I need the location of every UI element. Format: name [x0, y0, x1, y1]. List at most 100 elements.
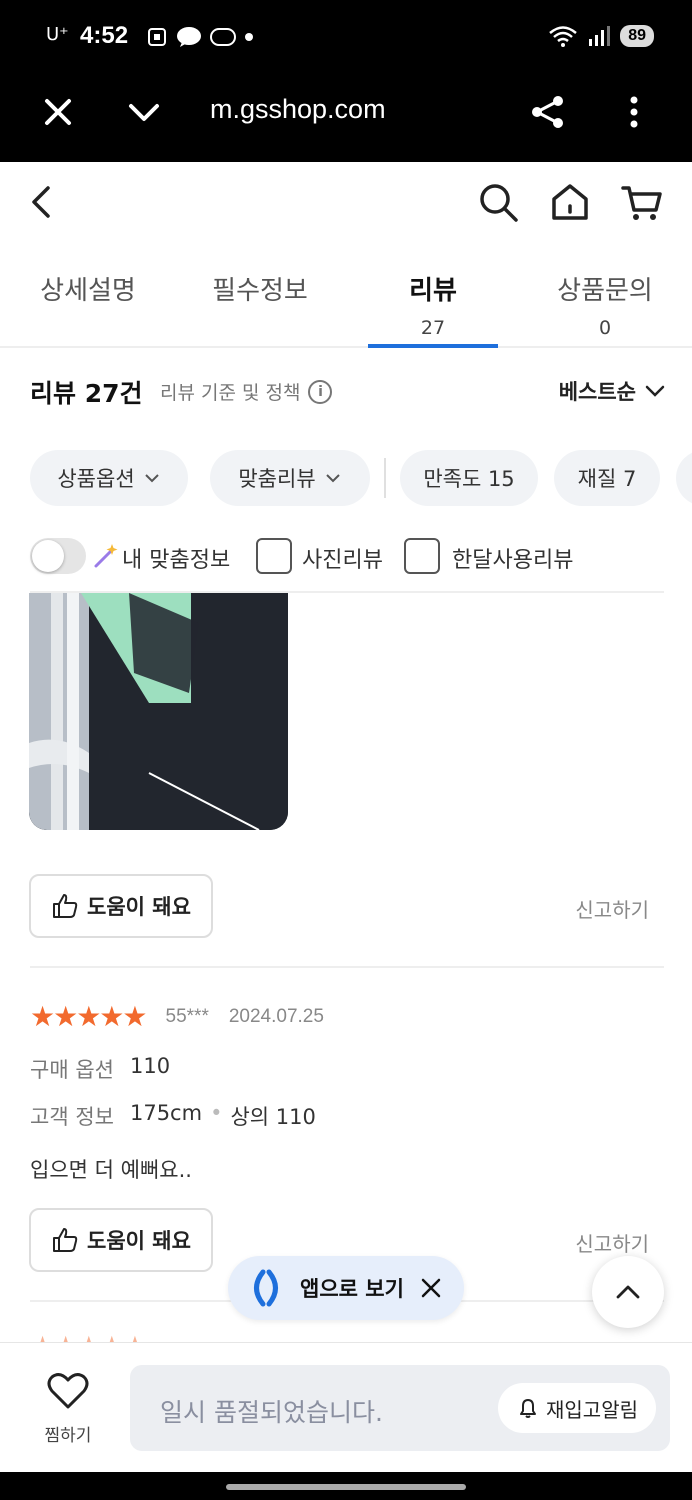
chip-label: 맞춤리뷰	[238, 467, 316, 491]
sort-label: 베스트순	[558, 380, 636, 404]
status-bar: U⁺ 4:52 89	[0, 0, 692, 76]
customer-height: 175cm	[129, 1101, 203, 1125]
dot-icon	[245, 33, 253, 41]
system-nav-bar	[0, 1472, 692, 1500]
talk-icon	[177, 27, 201, 47]
purchase-option-value: 110	[129, 1054, 171, 1078]
top-nav	[0, 162, 692, 248]
back-icon[interactable]	[20, 180, 64, 224]
reviews-title: 리뷰 27건	[30, 379, 143, 408]
product-tabs: 상세설명 필수정보 리뷰 27 상품문의 0	[0, 248, 692, 348]
toggle-knob	[32, 540, 64, 572]
wishlist-label: 찜하기	[44, 1426, 92, 1446]
system-icons: 89	[548, 24, 654, 48]
tab-label: 필수정보	[212, 276, 308, 306]
more-vert-icon[interactable]	[614, 92, 654, 132]
notification-icons	[146, 26, 254, 48]
info-icon: i	[308, 379, 333, 404]
tshirt-photo-image	[29, 593, 288, 830]
review-date: 2024.07.25	[228, 1005, 324, 1027]
tab-reviews[interactable]: 리뷰 27	[368, 270, 498, 339]
photo-review-label: 사진리뷰	[302, 548, 383, 573]
search-icon[interactable]	[476, 180, 520, 224]
battery-indicator: 89	[620, 25, 654, 47]
helpful-button[interactable]: 도움이 돼요	[29, 874, 213, 938]
chip-product-option[interactable]: 상품옵션	[30, 450, 188, 506]
heart-icon	[47, 1373, 89, 1409]
my-fit-toggle[interactable]	[30, 538, 86, 574]
month-review-checkbox[interactable]	[404, 538, 440, 574]
status-time: 4:52	[80, 22, 129, 49]
share-icon[interactable]	[528, 92, 568, 132]
chip-material[interactable]: 재질 7	[554, 450, 660, 506]
customer-top-size: 상의 110	[230, 1105, 316, 1129]
tab-label: 리뷰	[409, 276, 457, 306]
chip-more[interactable]	[676, 450, 692, 506]
customer-info-row: 고객 정보 175cm • 상의 110	[30, 1101, 316, 1131]
review-policy-link[interactable]: 리뷰 기준 및 정책 i	[160, 378, 333, 405]
tab-label: 상품문의	[557, 276, 653, 306]
tab-required-info[interactable]: 필수정보	[208, 270, 312, 307]
active-tab-indicator	[368, 344, 498, 348]
review-policy-label: 리뷰 기준 및 정책	[160, 382, 301, 404]
chip-custom-review[interactable]: 맞춤리뷰	[210, 450, 370, 506]
purchase-option-row: 구매 옵션 110	[30, 1054, 170, 1084]
star-rating: ★★★★★	[30, 1000, 148, 1033]
url-bar[interactable]: m.gsshop.com	[210, 94, 386, 125]
scroll-to-top-button[interactable]	[592, 1256, 664, 1328]
photo-review-checkbox[interactable]	[256, 538, 292, 574]
review-filters: 내 맞춤정보 사진리뷰 한달사용리뷰	[30, 536, 670, 576]
open-in-app-label: 앱으로 보기	[300, 1277, 404, 1301]
tab-qna[interactable]: 상품문의 0	[552, 270, 658, 339]
chip-satisfaction[interactable]: 만족도 15	[400, 450, 538, 506]
tab-detail[interactable]: 상세설명	[36, 270, 140, 307]
carrier-label: U⁺	[46, 24, 69, 45]
thumbs-up-icon	[53, 894, 78, 918]
close-icon[interactable]	[418, 1275, 444, 1301]
signal-icon	[589, 26, 611, 46]
home-icon[interactable]	[548, 180, 592, 224]
filter-chips: 상품옵션 맞춤리뷰 만족도 15 재질 7	[30, 450, 692, 506]
restock-alert-button[interactable]: 재입고알림	[498, 1383, 656, 1433]
thumbs-up-icon	[53, 1228, 78, 1252]
helpful-button[interactable]: 도움이 돼요	[29, 1208, 213, 1272]
helpful-label: 도움이 돼요	[87, 1229, 191, 1253]
month-review-label: 한달사용리뷰	[452, 548, 574, 573]
helpful-label: 도움이 돼요	[87, 895, 191, 919]
browser-toolbar: m.gsshop.com	[0, 76, 692, 162]
review-meta: ★★★★★ 55*** 2024.07.25	[30, 1000, 324, 1033]
cart-icon[interactable]	[620, 180, 664, 224]
restock-label: 재입고알림	[546, 1397, 638, 1422]
review-photo[interactable]	[29, 593, 288, 830]
chevron-down-icon[interactable]	[124, 92, 164, 132]
magic-wand-icon	[94, 544, 118, 568]
screenshot-icon	[148, 28, 166, 46]
reviews-header: 리뷰 27건 리뷰 기준 및 정책 i 베스트순	[30, 372, 666, 412]
report-link[interactable]: 신고하기	[575, 1228, 649, 1257]
chevron-down-icon	[325, 474, 340, 483]
review-text: 입으면 더 예뻐요..	[30, 1158, 192, 1182]
tab-label: 상세설명	[40, 276, 136, 306]
report-link[interactable]: 신고하기	[575, 894, 649, 923]
close-icon[interactable]	[38, 92, 78, 132]
chevron-up-icon	[616, 1285, 640, 1299]
open-in-app-banner[interactable]: 앱으로 보기	[228, 1256, 464, 1320]
chip-label: 상품옵션	[57, 467, 135, 491]
sold-out-notice: 일시 품절되었습니다. 재입고알림	[130, 1365, 670, 1451]
cu-icon	[210, 28, 236, 46]
chevron-down-icon	[645, 385, 665, 397]
separator-dot: •	[210, 1101, 223, 1125]
gs-logo-icon	[254, 1269, 278, 1307]
tab-count: 0	[598, 317, 612, 339]
tab-count: 27	[420, 317, 446, 339]
wifi-icon	[549, 26, 578, 47]
chip-label: 재질 7	[577, 467, 637, 491]
my-fit-label: 내 맞춤정보	[122, 548, 231, 573]
wishlist-button[interactable]: 찜하기	[36, 1371, 100, 1446]
sort-dropdown[interactable]: 베스트순	[559, 376, 666, 406]
chip-divider	[384, 458, 386, 498]
sold-out-text: 일시 품절되었습니다.	[160, 1398, 383, 1427]
bottom-action-bar: 찜하기 일시 품절되었습니다. 재입고알림	[0, 1342, 692, 1472]
home-handle[interactable]	[226, 1484, 466, 1490]
reviewer-name: 55***	[165, 1005, 209, 1027]
